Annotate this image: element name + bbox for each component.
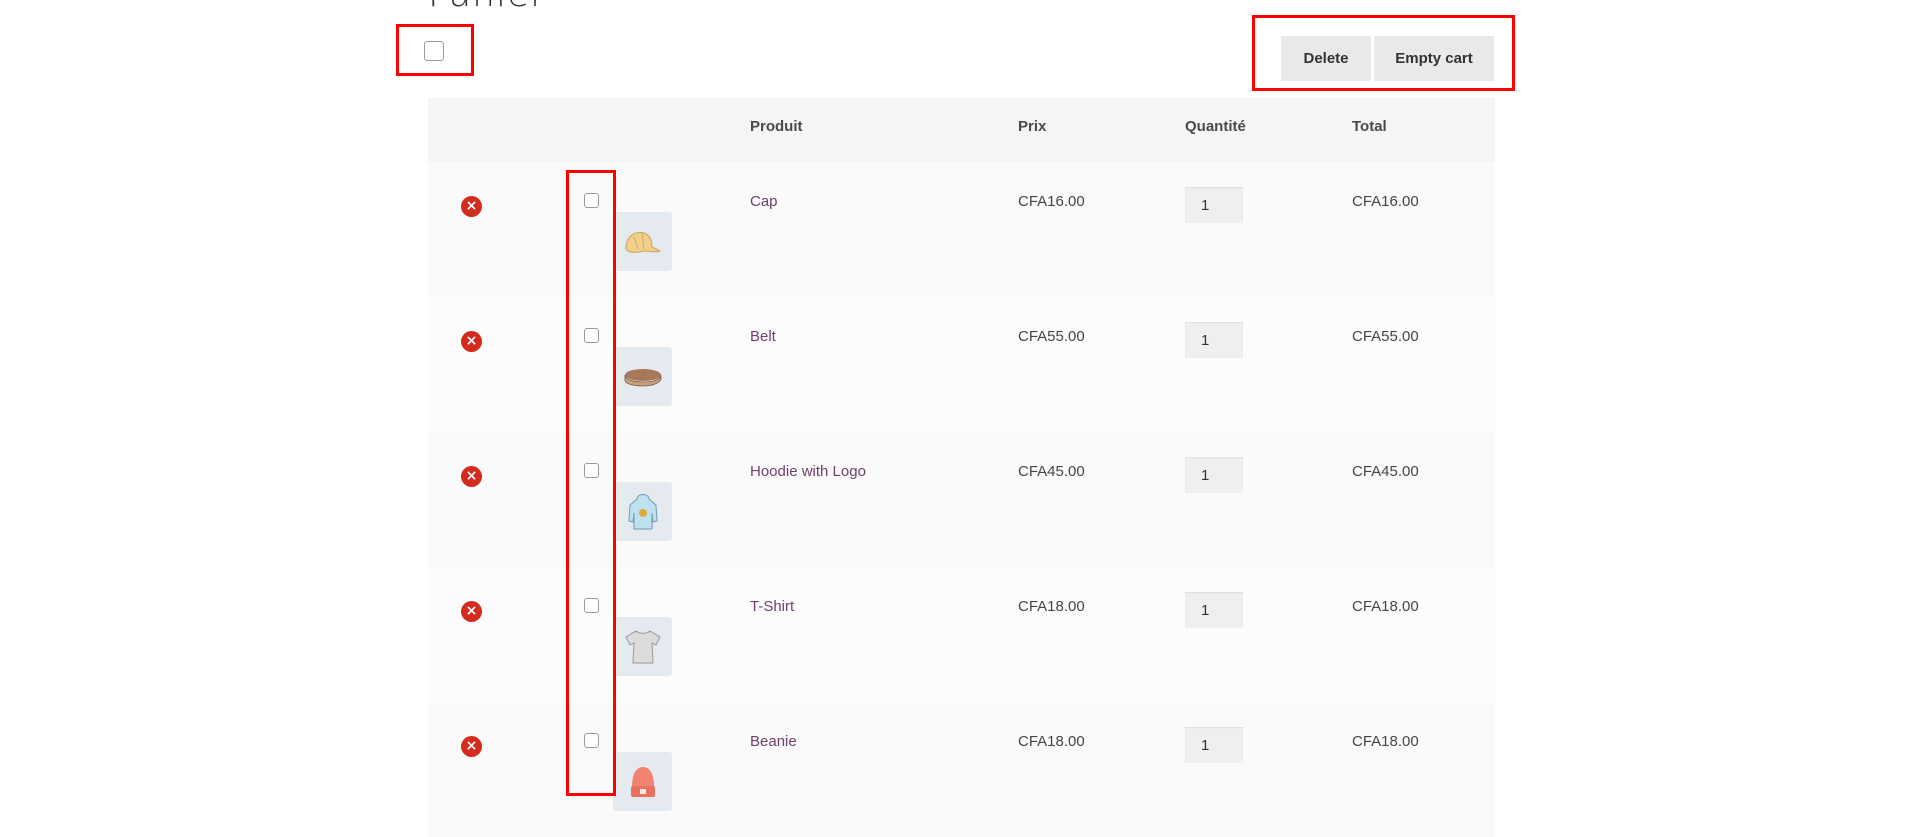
quantity-input[interactable] [1185, 592, 1243, 628]
row-select-checkbox[interactable] [584, 733, 599, 748]
remove-item-icon[interactable]: × [461, 601, 482, 622]
table-row: × Cap CFA16.00 CFA16.00 [428, 162, 1495, 297]
product-price: CFA18.00 [1018, 598, 1085, 615]
row-select-checkbox[interactable] [584, 193, 599, 208]
product-total: CFA18.00 [1352, 598, 1419, 615]
header-quantity: Quantité [1185, 118, 1246, 135]
row-select-checkbox[interactable] [584, 598, 599, 613]
empty-cart-button[interactable]: Empty cart [1374, 36, 1494, 81]
hoodie-icon [627, 493, 658, 529]
header-product: Produit [750, 118, 803, 135]
row-select-checkbox[interactable] [584, 463, 599, 478]
product-thumbnail[interactable] [613, 212, 672, 271]
row-select-checkbox[interactable] [584, 328, 599, 343]
tshirt-icon [624, 629, 661, 663]
product-price: CFA55.00 [1018, 328, 1085, 345]
header-price: Prix [1018, 118, 1047, 135]
table-row: × Belt CFA55.00 CFA55.00 [428, 297, 1495, 432]
product-thumbnail[interactable] [613, 482, 672, 541]
product-thumbnail[interactable] [613, 752, 672, 811]
belt-icon [624, 368, 661, 386]
table-header: Produit Prix Quantité Total [428, 98, 1495, 162]
cart-table: Produit Prix Quantité Total × Cap CFA16.… [428, 98, 1495, 837]
product-price: CFA45.00 [1018, 463, 1085, 480]
product-total: CFA55.00 [1352, 328, 1419, 345]
table-row: × Beanie CFA18.00 CFA18.00 [428, 702, 1495, 837]
quantity-input[interactable] [1185, 457, 1243, 493]
product-link[interactable]: T-Shirt [750, 598, 794, 615]
page-title: Panier [428, 0, 546, 15]
header-total: Total [1352, 118, 1387, 135]
product-thumbnail[interactable] [613, 347, 672, 406]
product-price: CFA16.00 [1018, 193, 1085, 210]
product-thumbnail[interactable] [613, 617, 672, 676]
product-total: CFA45.00 [1352, 463, 1419, 480]
cap-icon [624, 231, 661, 253]
remove-item-icon[interactable]: × [461, 331, 482, 352]
product-price: CFA18.00 [1018, 733, 1085, 750]
remove-item-icon[interactable]: × [461, 736, 482, 757]
quantity-input[interactable] [1185, 187, 1243, 223]
quantity-input[interactable] [1185, 727, 1243, 763]
product-link[interactable]: Cap [750, 193, 778, 210]
select-all-checkbox[interactable] [424, 41, 444, 61]
table-row: × Hoodie with Logo CFA45.00 CFA45.00 [428, 432, 1495, 567]
remove-item-icon[interactable]: × [461, 196, 482, 217]
product-link[interactable]: Belt [750, 328, 776, 345]
table-row: × T-Shirt CFA18.00 CFA18.00 [428, 567, 1495, 702]
product-total: CFA16.00 [1352, 193, 1419, 210]
quantity-input[interactable] [1185, 322, 1243, 358]
product-link[interactable]: Hoodie with Logo [750, 463, 866, 480]
product-link[interactable]: Beanie [750, 733, 797, 750]
delete-button[interactable]: Delete [1281, 36, 1371, 81]
remove-item-icon[interactable]: × [461, 466, 482, 487]
product-total: CFA18.00 [1352, 733, 1419, 750]
beanie-icon [630, 766, 655, 797]
